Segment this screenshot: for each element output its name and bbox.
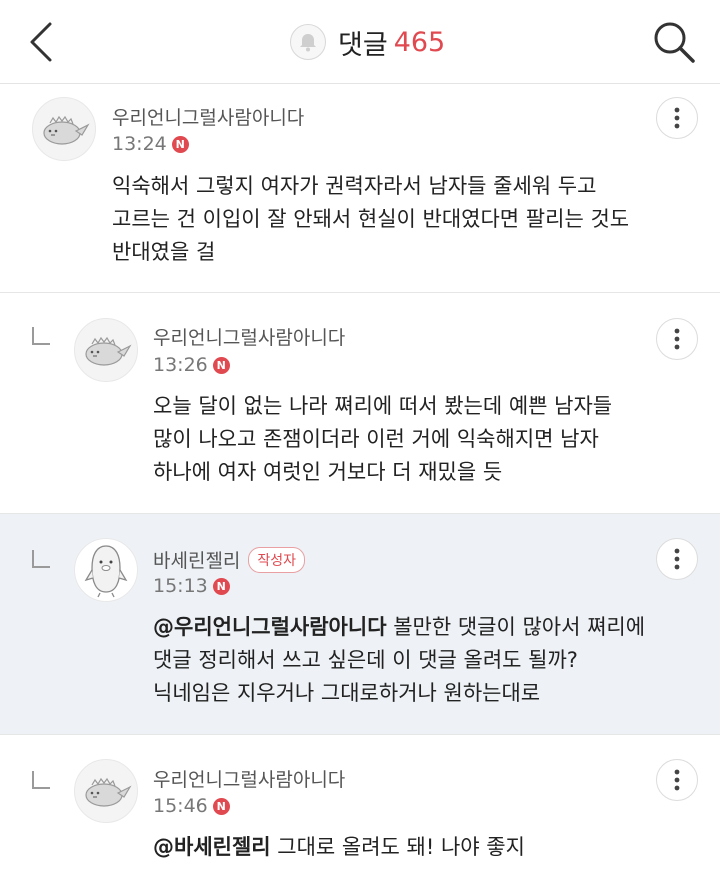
comment-line-text: 그대로 올려도 돼! 나야 좋지 [270, 835, 525, 859]
avatar [74, 538, 138, 602]
comment-line: 닉네임은 지우거나 그대로하거나 원하는대로 [153, 681, 541, 705]
dinosaur-avatar-icon [85, 336, 132, 366]
reply-item: 우리언니그럴사람아니다 13:26 N 오늘 달이 없는 나라 쪄리에 떠서 봤… [0, 293, 720, 514]
more-options-button[interactable] [656, 318, 698, 360]
top-bar: 댓글 465 [0, 0, 720, 84]
comment-line: 익숙해서 그렇지 여자가 권력자라서 남자들 줄세워 두고 [112, 174, 597, 198]
more-options-button[interactable] [656, 97, 698, 139]
chevron-left-icon [30, 22, 52, 62]
back-button[interactable] [22, 20, 62, 64]
more-vertical-icon [674, 107, 680, 129]
comment-body: 익숙해서 그렇지 여자가 권력자라서 남자들 줄세워 두고 고르는 건 이입이 … [112, 170, 629, 269]
more-vertical-icon [674, 328, 680, 350]
search-button[interactable] [650, 18, 698, 66]
comment-time: 15:46 N [153, 795, 230, 817]
author-badge: 작성자 [248, 547, 306, 573]
comment-line: 댓글 정리해서 쓰고 싶은데 이 댓글 올려도 될까? [153, 648, 578, 672]
comment-line: @우리언니그럴사람아니다 볼만한 댓글이 많아서 쪄리에 [153, 611, 645, 644]
new-badge: N [212, 577, 230, 595]
reply-item: 우리언니그럴사람아니다 15:46 N @바세린젤리 그대로 올려도 돼! 나야… [0, 735, 720, 873]
comment-item: 우리언니그럴사람아니다 13:24 N 익숙해서 그렇지 여자가 권력자라서 남… [0, 85, 720, 293]
dinosaur-avatar-icon [43, 115, 90, 145]
comment-line: 오늘 달이 없는 나라 쪄리에 떠서 봤는데 예쁜 남자들 [153, 394, 613, 418]
comment-line: 하나에 여자 여럿인 거보다 더 재밌을 듯 [153, 460, 503, 484]
bell-icon [300, 34, 316, 52]
reply-indicator-icon [32, 327, 50, 345]
comment-time: 13:26 N [153, 354, 230, 376]
time-text: 13:26 [153, 354, 208, 376]
reply-indicator-icon [32, 771, 50, 789]
more-vertical-icon [674, 769, 680, 791]
time-text: 15:46 [153, 795, 208, 817]
dinosaur-avatar-icon [85, 777, 132, 807]
more-vertical-icon [674, 548, 680, 570]
comment-line: 많이 나오고 존잼이더라 이런 거에 익숙해지면 남자 [153, 427, 599, 451]
mention-link[interactable]: @우리언니그럴사람아니다 [153, 615, 387, 639]
comment-line-text: 볼만한 댓글이 많아서 쪄리에 [386, 615, 646, 639]
new-badge: N [212, 797, 230, 815]
new-badge: N [212, 356, 230, 374]
avatar [74, 759, 138, 823]
comment-line: 고르는 건 이입이 잘 안돼서 현실이 반대였다면 팔리는 것도 [112, 207, 630, 231]
mention-link[interactable]: @바세린젤리 [153, 835, 271, 859]
comment-nickname[interactable]: 우리언니그럴사람아니다 [153, 323, 345, 350]
comment-nickname-row: 바세린젤리 작성자 [153, 546, 306, 573]
comment-count: 465 [393, 26, 446, 58]
comment-body: 오늘 달이 없는 나라 쪄리에 떠서 봤는데 예쁜 남자들 많이 나오고 존잼이… [153, 390, 612, 489]
reply-item-author: 바세린젤리 작성자 15:13 N @우리언니그럴사람아니다 볼만한 댓글이 많아… [0, 514, 720, 735]
comment-nickname[interactable]: 바세린젤리 [153, 550, 240, 572]
more-options-button[interactable] [656, 538, 698, 580]
reply-indicator-icon [32, 550, 50, 568]
new-badge: N [171, 135, 189, 153]
time-text: 15:13 [153, 575, 208, 597]
comment-time: 15:13 N [153, 575, 230, 597]
avatar [32, 97, 96, 161]
penguin-avatar-icon [84, 545, 128, 598]
time-text: 13:24 [112, 133, 167, 155]
comment-body: @우리언니그럴사람아니다 볼만한 댓글이 많아서 쪄리에 댓글 정리해서 쓰고 … [153, 611, 645, 710]
avatar [74, 318, 138, 382]
comment-nickname[interactable]: 우리언니그럴사람아니다 [112, 103, 304, 130]
search-icon [654, 22, 695, 63]
comment-line: 반대였을 걸 [112, 240, 216, 264]
comment-nickname[interactable]: 우리언니그럴사람아니다 [153, 765, 345, 792]
comment-time: 13:24 N [112, 133, 189, 155]
notification-toggle[interactable] [290, 24, 326, 60]
page-title-group: 댓글 465 [290, 22, 445, 62]
comment-line: @바세린젤리 그대로 올려도 돼! 나야 좋지 [153, 831, 525, 864]
more-options-button[interactable] [656, 759, 698, 801]
comment-body: @바세린젤리 그대로 올려도 돼! 나야 좋지 [153, 831, 525, 864]
page-title: 댓글 [338, 29, 388, 61]
